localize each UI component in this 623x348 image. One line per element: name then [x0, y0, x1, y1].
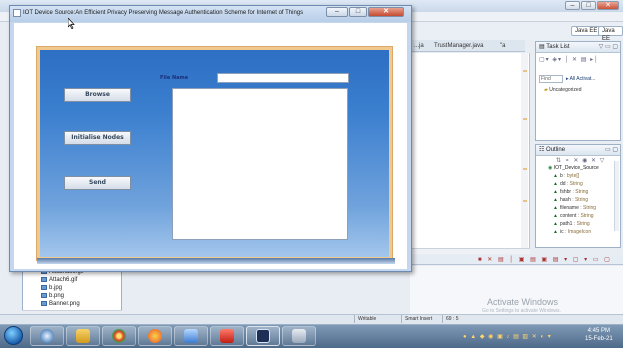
start-button[interactable]: [4, 326, 23, 345]
console-toolbar[interactable]: ■ ✕ ▤ │ ▣ ▤ ▣ ▤ ▾ ▢ ▾ ▭ ▢: [478, 256, 612, 263]
outline-view: ☷ Outline ▭ ▢ ⇅ ⚬ ✕ ◉ ✕ ▽ ◉ IOT_Device_S…: [535, 144, 621, 248]
list-item[interactable]: b.png: [41, 293, 64, 299]
dialog-window-controls: – □ ✕: [326, 7, 404, 17]
outline-item[interactable]: ▲ dd : String: [553, 181, 583, 187]
field-icon: ▲: [553, 181, 558, 187]
outline-item[interactable]: ▲ filename : String: [553, 205, 596, 211]
status-separator: [442, 315, 443, 323]
task-category-label: Uncategorized: [549, 87, 582, 93]
status-bar: [0, 314, 623, 324]
system-tray-icons[interactable]: ● ▲ ◆ ◉ ▣ ♪ ▤ ▥ ✕ ◐ ▾: [463, 333, 552, 340]
java-app-icon: [13, 9, 21, 17]
media-icon: [184, 329, 198, 343]
file-name-label: File Name: [160, 75, 189, 81]
perspective-java-ee-1[interactable]: Java EE: [571, 26, 602, 36]
close-icon[interactable]: ✕: [368, 7, 404, 17]
list-item[interactable]: b.jpg: [41, 285, 62, 291]
task-filter[interactable]: ▸ All Activat...: [566, 75, 595, 83]
ruler-mark: [523, 70, 527, 72]
file-name-field[interactable]: [217, 73, 349, 83]
field-icon: ▲: [553, 173, 558, 179]
list-item[interactable]: Banner.png: [41, 301, 80, 307]
browse-button[interactable]: Browse: [64, 88, 131, 102]
activate-windows-watermark: Activate Windows: [487, 297, 559, 307]
perspective-java-ee-2[interactable]: Java EE: [598, 26, 623, 42]
minimize-icon[interactable]: –: [565, 1, 580, 10]
outline-item[interactable]: ▲ b : byte[]: [553, 173, 579, 179]
field-icon: ▲: [553, 205, 558, 211]
outline-item[interactable]: ▲ ic : ImageIcon: [553, 229, 591, 235]
maximize-icon[interactable]: □: [581, 1, 596, 10]
outline-root-label: IOT_Device_Source: [553, 165, 599, 171]
outline-item[interactable]: ▲ fshbr : String: [553, 189, 588, 195]
outline-root[interactable]: ◉ IOT_Device_Source: [548, 165, 599, 171]
taskbar-clock[interactable]: 4:45 PM 15-Feb-21: [585, 327, 613, 343]
status-insert-mode: Smart Insert: [405, 316, 433, 322]
eclipse-window-controls: – □ ✕: [565, 1, 619, 10]
chrome-icon: [112, 329, 126, 343]
outline-scrollbar[interactable]: [614, 161, 619, 231]
view-menu-icon[interactable]: ▭ ▢: [605, 145, 618, 156]
outline-toolbar: ⇅ ⚬ ✕ ◉ ✕ ▽: [556, 158, 606, 164]
mouse-cursor-icon: [68, 18, 75, 29]
field-icon: ▲: [553, 197, 558, 203]
clock-date: 15-Feb-21: [585, 336, 613, 342]
outline-item[interactable]: ▲ hash : String: [553, 197, 588, 203]
code-editor[interactable]: [410, 53, 530, 248]
task-filter-label: All Activat...: [569, 76, 596, 82]
list-item[interactable]: Attach6.gif: [41, 277, 77, 283]
task-list-view: ▤ Task List ▽ ▭ ▢ ▢▾ ◈▾ │ ✕ ▤ ▸│ Find ▸ …: [535, 41, 621, 141]
clock-time: 4:45 PM: [587, 328, 611, 334]
field-icon: ▲: [553, 189, 558, 195]
task-list-toolbar: ▢▾ ◈▾ │ ✕ ▤ ▸│: [539, 57, 599, 63]
image-file-icon: [41, 301, 47, 306]
field-icon: ▲: [553, 221, 558, 227]
task-find-field[interactable]: Find: [539, 75, 563, 83]
dialog-title: IOT Device Source:An Efficient Privacy P…: [23, 10, 304, 16]
ruler-mark: [523, 118, 527, 120]
package-explorer: Attachaso.gif Attach6.gif b.jpg b.png Ba…: [22, 268, 122, 316]
initialise-nodes-button[interactable]: Initialise Nodes: [64, 131, 131, 145]
task-list-title: Task List: [546, 44, 570, 50]
status-position: 69 : 5: [446, 316, 459, 322]
field-icon: ▲: [553, 229, 558, 235]
firefox-icon: [148, 329, 162, 343]
send-button[interactable]: Send: [64, 176, 131, 190]
status-separator: [401, 315, 402, 323]
maximize-icon[interactable]: □: [349, 7, 367, 17]
tab-editor-1[interactable]: ...ja: [412, 41, 426, 51]
activate-windows-subtitle: Go to Settings to activate Windows.: [482, 308, 561, 314]
status-writable: Writable: [358, 316, 377, 322]
ruler-mark: [523, 168, 527, 170]
outline-title: Outline: [546, 147, 566, 153]
status-separator: [354, 315, 355, 323]
ruler-mark: [523, 200, 527, 202]
image-file-icon: [41, 277, 47, 282]
file-icon: [292, 329, 306, 343]
folder-icon: [76, 329, 90, 343]
outline-icon: ☷: [539, 147, 547, 153]
tab-editor-3[interactable]: "a: [498, 41, 507, 51]
outline-item[interactable]: ▲ content : String: [553, 213, 594, 219]
image-file-icon: [41, 285, 47, 290]
java-window-icon: [256, 329, 270, 343]
editor-horizontal-scrollbar[interactable]: [410, 248, 530, 254]
task-category-row[interactable]: ▰ Uncategorized: [544, 87, 581, 93]
message-text-area[interactable]: [172, 88, 348, 240]
outline-header: ☷ Outline ▭ ▢: [536, 145, 620, 156]
pdf-icon: [220, 329, 234, 343]
tab-trust-manager[interactable]: TrustManager.java: [432, 41, 485, 51]
outline-item[interactable]: ▲ path1 : String: [553, 221, 590, 227]
overview-ruler: [521, 53, 528, 248]
task-list-header: ▤ Task List ▽ ▭ ▢: [536, 42, 620, 53]
panel-bottom-edge: [37, 258, 395, 264]
minimize-icon[interactable]: –: [326, 7, 348, 17]
close-icon[interactable]: ✕: [597, 1, 619, 10]
view-menu-icon[interactable]: ▽ ▭ ▢: [599, 42, 618, 53]
ie-icon: [40, 329, 54, 343]
field-icon: ▲: [553, 213, 558, 219]
image-file-icon: [41, 293, 47, 298]
